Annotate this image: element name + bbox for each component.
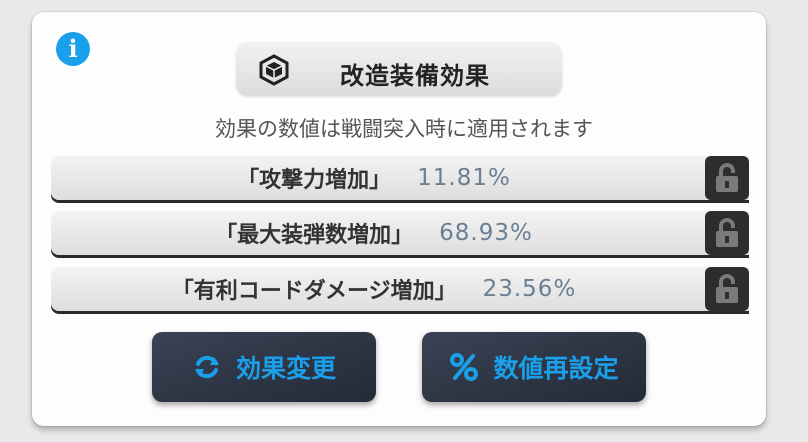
effect-value: 23.56% xyxy=(482,276,577,302)
unlocked-padlock-icon xyxy=(716,274,738,303)
dialog-subtitle: 効果の数値は戦闘突入時に適用されます xyxy=(215,117,593,141)
lock-toggle-button[interactable] xyxy=(705,156,749,200)
info-icon[interactable]: i xyxy=(56,32,90,66)
change-effect-label: 効果変更 xyxy=(235,354,336,383)
dialog-title: 改造装備効果 xyxy=(340,62,490,90)
refresh-icon xyxy=(194,355,219,379)
reset-values-label: 数値再設定 xyxy=(493,354,619,383)
effect-value: 68.93% xyxy=(439,220,533,246)
dialog-header: 改造装備効果 xyxy=(236,42,562,96)
effect-row-code-damage: 「有利コードダメージ増加」 23.56% xyxy=(51,267,749,311)
unlocked-padlock-icon xyxy=(716,218,738,247)
lock-toggle-button[interactable] xyxy=(705,267,749,311)
cube-icon xyxy=(259,54,289,86)
reset-values-button[interactable]: 数値再設定 xyxy=(422,332,646,402)
effect-row-max-ammo: 「最大装弾数増加」 68.93% xyxy=(51,211,749,255)
percent-icon xyxy=(450,353,479,381)
lock-toggle-button[interactable] xyxy=(705,211,749,255)
change-effect-button[interactable]: 効果変更 xyxy=(152,332,376,402)
effect-value: 11.81% xyxy=(417,165,511,191)
unlocked-padlock-icon xyxy=(716,163,738,192)
effect-name: 「有利コードダメージ増加」 xyxy=(171,279,457,304)
effect-name: 「最大装弾数増加」 xyxy=(215,223,414,248)
effect-row-attack: 「攻撃力増加」 11.81% xyxy=(51,156,749,200)
effect-name: 「攻撃力増加」 xyxy=(237,168,392,193)
